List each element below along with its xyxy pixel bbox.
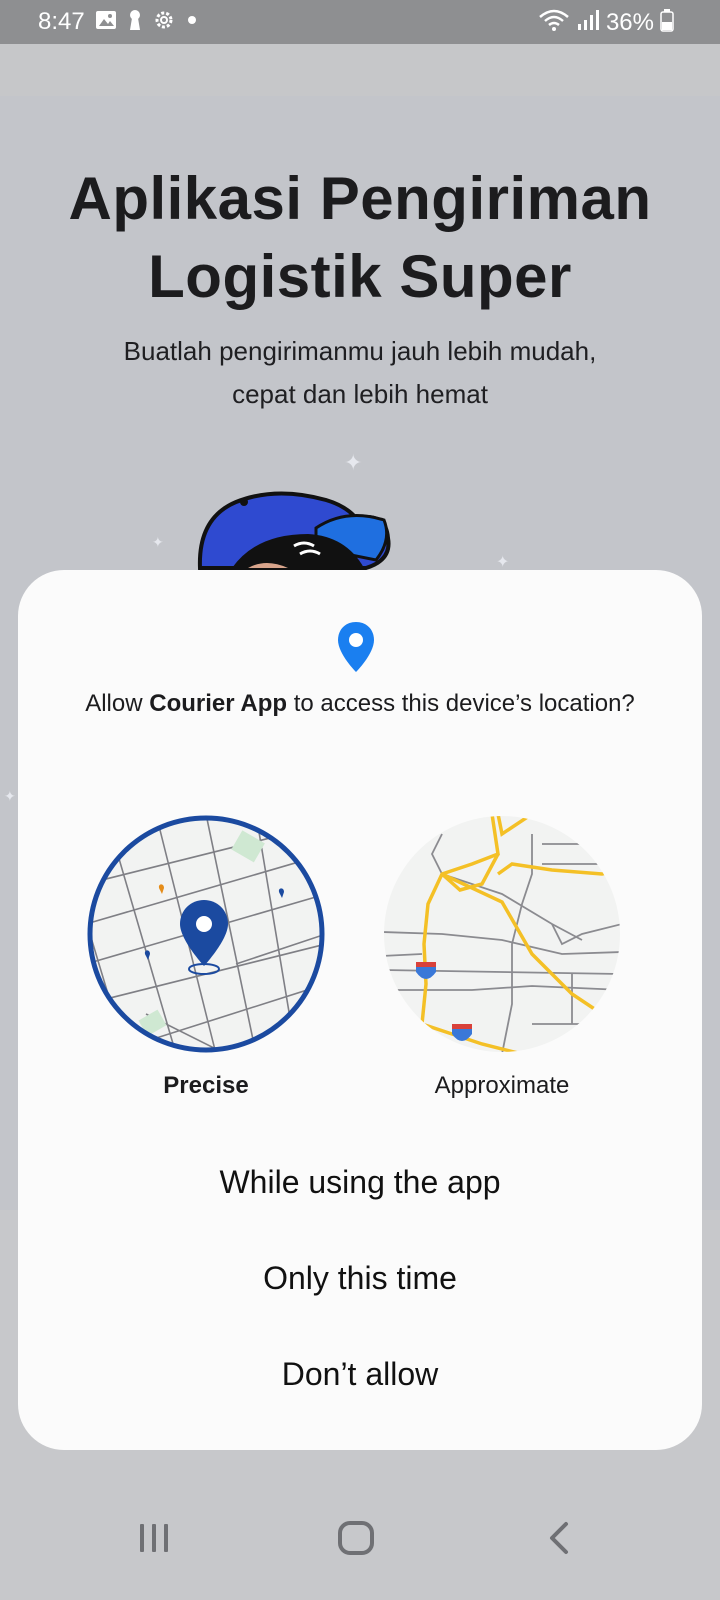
status-bar-left: 8:47 <box>38 8 199 36</box>
battery-percent: 36% <box>605 8 654 36</box>
recent-apps-icon[interactable] <box>136 1520 172 1561</box>
settings-icon <box>153 9 175 36</box>
hero-title-line2: Logistik Super <box>148 243 572 310</box>
hero-title-line1: Aplikasi Pengiriman <box>68 165 652 232</box>
approximate-label[interactable]: Approximate <box>382 1072 622 1100</box>
back-icon[interactable] <box>544 1520 574 1561</box>
navigation-bar <box>0 1480 720 1600</box>
question-prefix: Allow <box>85 690 150 717</box>
hero-title: Aplikasi Pengiriman Logistik Super <box>0 160 720 316</box>
hero-subtitle-line1: Buatlah pengirimanmu jauh lebih mudah, <box>123 336 597 366</box>
wifi-icon <box>538 8 570 37</box>
keyhole-icon <box>127 9 143 36</box>
hero-subtitle: Buatlah pengirimanmu jauh lebih mudah, c… <box>60 330 660 416</box>
precise-map-icon <box>87 815 325 1053</box>
hero-subtitle-line2: cepat dan lebih hemat <box>232 379 488 409</box>
home-icon[interactable] <box>336 1520 376 1561</box>
courier-mascot-illustration <box>196 488 396 577</box>
signal-icon <box>576 8 600 37</box>
location-permission-dialog: Allow Courier App to access this device’… <box>18 570 702 1450</box>
while-using-app-button[interactable]: While using the app <box>18 1164 702 1201</box>
precise-location-option[interactable] <box>86 814 326 1059</box>
location-pin-icon <box>336 620 376 679</box>
precise-label[interactable]: Precise <box>86 1072 326 1100</box>
sparkle-icon: ✦ <box>344 450 363 475</box>
sparkle-icon: ✦ <box>4 788 16 804</box>
status-bar: 8:47 36% <box>0 0 720 44</box>
app-name: Courier App <box>149 690 288 717</box>
permission-question: Allow Courier App to access this device’… <box>18 690 702 718</box>
sparkle-icon: ✦ <box>496 554 510 571</box>
dot-icon <box>185 9 199 36</box>
dont-allow-button[interactable]: Don’t allow <box>18 1356 702 1393</box>
app-top-strip <box>0 44 720 96</box>
status-bar-right: 36% <box>538 8 674 37</box>
battery-icon <box>660 8 674 37</box>
image-icon <box>95 9 117 36</box>
sparkle-icon: ✦ <box>152 534 164 550</box>
status-time: 8:47 <box>38 8 85 35</box>
question-suffix: to access this device’s location? <box>287 690 635 717</box>
approximate-map-icon <box>384 816 620 1052</box>
only-this-time-button[interactable]: Only this time <box>18 1260 702 1297</box>
approximate-location-option[interactable] <box>382 814 622 1059</box>
